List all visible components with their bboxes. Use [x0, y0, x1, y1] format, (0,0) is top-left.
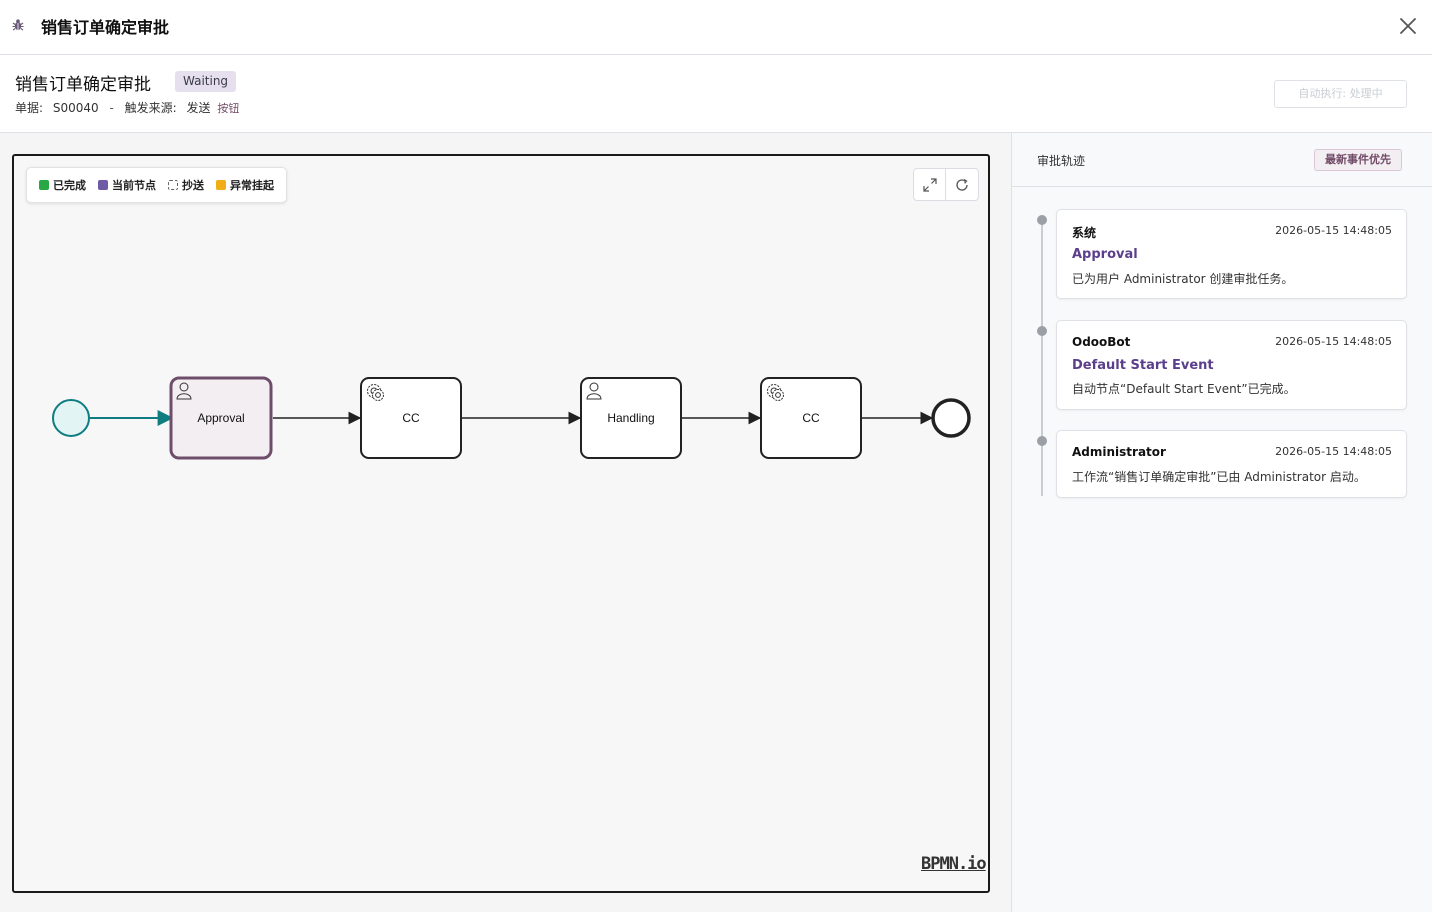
refresh-icon — [956, 178, 968, 191]
panel-header: 审批轨迹 最新事件优先 — [1012, 133, 1432, 187]
panel-title: 审批轨迹 — [1037, 154, 1086, 168]
task-label: Handling — [607, 411, 654, 425]
workflow-title: 销售订单确定审批 — [15, 75, 151, 95]
trigger-type: 按钮 — [217, 102, 240, 115]
legend-label: 抄送 — [182, 179, 204, 192]
modal-header: 销售订单确定审批 — [0, 0, 1432, 55]
approval-trail-panel: 审批轨迹 最新事件优先 系统 2026-05-15 14:48:05 Appro… — [1011, 133, 1432, 912]
event-description: 自动节点“Default Start Event”已完成。 — [1072, 382, 1296, 396]
task-approval[interactable]: Approval — [169, 376, 273, 460]
bpmn-diagram: Approval CC Handling CC — [52, 376, 971, 460]
legend: 已完成 当前节点 抄送 异常挂起 — [26, 167, 287, 203]
bug-icon — [12, 19, 24, 31]
event-node[interactable]: Default Start Event — [1072, 358, 1214, 373]
record-value[interactable]: S00040 — [53, 101, 99, 115]
legend-label: 当前节点 — [112, 179, 156, 192]
legend-swatch — [168, 180, 178, 190]
task-label: Approval — [197, 411, 244, 425]
legend-item-current: 当前节点 — [98, 177, 156, 193]
event-time: 2026-05-15 14:48:05 — [1275, 445, 1392, 458]
task-label: CC — [402, 411, 420, 425]
legend-item-cc: 抄送 — [168, 177, 204, 193]
task-cc[interactable]: CC — [360, 377, 462, 459]
record-summary: 销售订单确定审批 Waiting 单据: S00040 - 触发来源: 发送 按… — [0, 55, 1432, 133]
legend-label: 已完成 — [53, 179, 86, 192]
expand-icon — [922, 177, 937, 192]
status-badge: Waiting — [175, 71, 237, 92]
record-meta: 单据: S00040 - 触发来源: 发送 按钮 — [15, 99, 239, 116]
event-description: 已为用户 Administrator 创建审批任务。 — [1072, 272, 1294, 286]
fullscreen-button[interactable] — [914, 169, 947, 200]
bpmn-io-logo[interactable]: BPMN.io — [921, 854, 987, 874]
task-label: CC — [802, 411, 820, 425]
timeline-dot — [1037, 215, 1047, 225]
end-event[interactable] — [931, 398, 971, 438]
refresh-button[interactable] — [946, 169, 978, 200]
auto-execute-button[interactable]: 自动执行: 处理中 — [1274, 80, 1407, 108]
timeline-dot — [1037, 326, 1047, 336]
canvas-toolbar — [913, 168, 979, 201]
task-handling[interactable]: Handling — [580, 377, 682, 459]
event-author: OdooBot — [1072, 335, 1131, 349]
trigger-label: 触发来源: — [124, 101, 177, 115]
timeline-line — [1041, 220, 1043, 496]
legend-swatch — [39, 180, 49, 190]
timeline-event: 系统 2026-05-15 14:48:05 Approval 已为用户 Adm… — [1056, 209, 1407, 299]
timeline-dot — [1037, 436, 1047, 446]
sort-order-button[interactable]: 最新事件优先 — [1314, 149, 1402, 171]
event-time: 2026-05-15 14:48:05 — [1275, 224, 1392, 237]
meta-separator: - — [109, 101, 114, 115]
event-node[interactable]: Approval — [1072, 247, 1138, 262]
legend-label: 异常挂起 — [230, 179, 274, 192]
task-cc[interactable]: CC — [760, 377, 862, 459]
event-description: 工作流“销售订单确定审批”已由 Administrator 启动。 — [1072, 470, 1366, 484]
legend-item-suspended: 异常挂起 — [216, 177, 274, 193]
close-icon[interactable] — [1396, 14, 1420, 38]
record-label: 单据: — [15, 101, 44, 115]
legend-swatch — [98, 180, 108, 190]
event-author: Administrator — [1072, 445, 1166, 459]
timeline-event: OdooBot 2026-05-15 14:48:05 Default Star… — [1056, 320, 1407, 410]
bpmn-canvas[interactable]: Approval CC Handling CC 已完成 当前节点 抄送 异常挂起… — [12, 154, 990, 893]
event-author: 系统 — [1072, 226, 1097, 240]
modal-title: 销售订单确定审批 — [41, 18, 170, 37]
event-time: 2026-05-15 14:48:05 — [1275, 335, 1392, 348]
legend-item-completed: 已完成 — [39, 177, 86, 193]
trigger-value: 发送 — [186, 101, 211, 115]
start-event[interactable] — [52, 399, 90, 437]
legend-swatch — [216, 180, 226, 190]
timeline-event: Administrator 2026-05-15 14:48:05 工作流“销售… — [1056, 430, 1407, 498]
